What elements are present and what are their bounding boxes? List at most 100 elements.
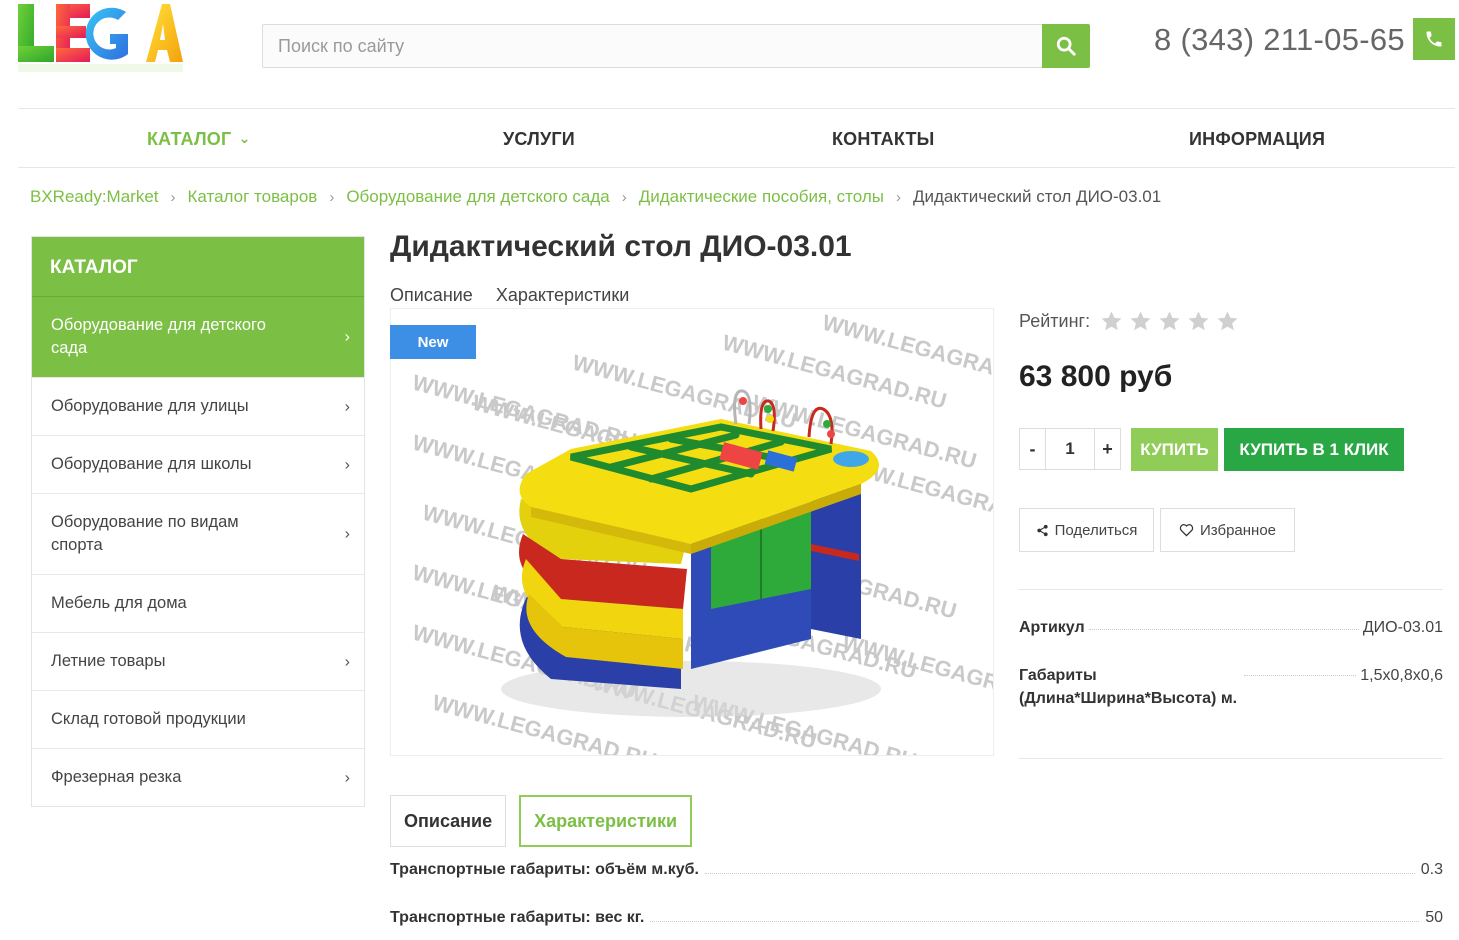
product-photo: WWW.LEGAGRAD.RU WWW.LEGAGRAD.RU WWW.LEGA… — [410, 310, 994, 755]
breadcrumb-link[interactable]: BXReady:Market — [30, 187, 159, 207]
spec-name: Транспортные габариты: объём м.куб. — [390, 861, 699, 878]
product-tabs: Описание Характеристики — [390, 795, 693, 847]
search-button[interactable] — [1042, 24, 1090, 68]
product-price: 63 800 руб — [1019, 360, 1173, 393]
property-dots — [1244, 664, 1357, 676]
phone-icon — [1426, 31, 1442, 47]
star-icon[interactable] — [1187, 310, 1210, 333]
search-input[interactable] — [262, 24, 1042, 68]
sidebar-item-label: Фрезерная резка — [51, 768, 182, 786]
property-value: 1,5х0,8х0,6 — [1356, 664, 1443, 687]
sidebar-item-label: Оборудование для улицы — [51, 397, 249, 415]
star-icon[interactable] — [1158, 310, 1181, 333]
tab-characteristics[interactable]: Характеристики — [519, 795, 693, 847]
anchor-description[interactable]: Описание — [390, 285, 473, 306]
favorite-label: Избранное — [1199, 521, 1277, 539]
rating-label: Рейтинг: — [1019, 311, 1091, 331]
chevron-right-icon: › — [344, 653, 350, 670]
sidebar-item-sports[interactable]: Оборудование по видам спорта › — [32, 493, 364, 574]
phone-call-button[interactable] — [1413, 18, 1455, 60]
spec-dots — [650, 921, 1420, 922]
buy-button[interactable]: КУПИТЬ — [1131, 428, 1218, 471]
spec-row: Транспортные габариты: вес кг. 50 — [390, 909, 1443, 927]
page-title: Дидактический стол ДИО-03.01 — [390, 230, 852, 263]
nav-item-services[interactable]: УСЛУГИ — [503, 129, 575, 150]
nav-item-catalog[interactable]: КАТАЛОГ ⌄ — [147, 129, 251, 150]
sidebar-item-outdoor[interactable]: Оборудование для улицы › — [32, 377, 364, 435]
breadcrumb-separator: › — [170, 188, 176, 206]
share-button[interactable]: Поделиться — [1019, 508, 1154, 552]
breadcrumb-separator: › — [329, 188, 335, 206]
chevron-right-icon: › — [344, 525, 350, 543]
sidebar-item-home-furniture[interactable]: Мебель для дома — [32, 574, 364, 632]
property-row: Артикул ДИО-03.01 — [1019, 616, 1443, 639]
breadcrumb-separator: › — [621, 188, 627, 206]
site-logo[interactable] — [18, 2, 183, 76]
property-row: Габариты (Длина*Ширина*Высота) м. 1,5х0,… — [1019, 664, 1443, 710]
product-image[interactable]: WWW.LEGAGRAD.RU WWW.LEGAGRAD.RU WWW.LEGA… — [390, 308, 994, 756]
sidebar-item-school[interactable]: Оборудование для школы › — [32, 435, 364, 493]
sidebar-item-summer[interactable]: Летние товары › — [32, 632, 364, 690]
chevron-right-icon: › — [344, 398, 350, 415]
star-icon[interactable] — [1129, 310, 1152, 333]
breadcrumb-link[interactable]: Оборудование для детского сада — [346, 187, 609, 207]
nav-item-label: КАТАЛОГ — [147, 129, 232, 149]
quantity-stepper: - 1 + — [1019, 428, 1121, 470]
nav-item-information[interactable]: ИНФОРМАЦИЯ — [1189, 129, 1325, 150]
share-label: Поделиться — [1054, 521, 1138, 539]
table-illustration — [501, 389, 881, 717]
search-bar — [262, 24, 1090, 68]
chevron-right-icon: › — [344, 456, 350, 473]
anchor-characteristics[interactable]: Характеристики — [496, 285, 629, 306]
catalog-sidebar: КАТАЛОГ Оборудование для детского сада ›… — [31, 236, 365, 807]
buy-one-click-button[interactable]: КУПИТЬ В 1 КЛИК — [1224, 428, 1404, 471]
favorite-button[interactable]: Избранное — [1160, 508, 1295, 552]
property-name: Габариты (Длина*Ширина*Высота) м. — [1019, 664, 1244, 710]
breadcrumb-link[interactable]: Дидактические пособия, столы — [639, 187, 884, 207]
sidebar-title: КАТАЛОГ — [32, 237, 364, 297]
sidebar-item-warehouse[interactable]: Склад готовой продукции — [32, 690, 364, 748]
chevron-right-icon: › — [344, 328, 350, 346]
heart-icon — [1179, 524, 1194, 537]
breadcrumb: BXReady:Market › Каталог товаров › Обору… — [30, 187, 1161, 207]
quantity-decrease-button[interactable]: - — [1020, 429, 1045, 469]
spec-value: 50 — [1425, 909, 1443, 926]
property-value: ДИО-03.01 — [1358, 616, 1443, 639]
main-navigation: КАТАЛОГ ⌄ УСЛУГИ КОНТАКТЫ ИНФОРМАЦИЯ — [18, 108, 1455, 168]
sidebar-item-label: Оборудование по видам спорта — [51, 513, 239, 554]
product-properties: Артикул ДИО-03.01 Габариты (Длина*Ширина… — [1019, 589, 1443, 759]
phone-number[interactable]: 8 (343) 211-05-65 — [1154, 22, 1405, 58]
spec-value: 0.3 — [1420, 861, 1443, 878]
quantity-input[interactable]: 1 — [1045, 429, 1095, 469]
breadcrumb-link[interactable]: Каталог товаров — [188, 187, 318, 207]
sidebar-item-milling[interactable]: Фрезерная резка › — [32, 748, 364, 806]
chevron-right-icon: › — [344, 769, 350, 786]
nav-item-contacts[interactable]: КОНТАКТЫ — [832, 129, 935, 150]
spec-row: Транспортные габариты: объём м.куб. 0.3 — [390, 861, 1443, 879]
sidebar-item-label: Мебель для дома — [51, 594, 187, 612]
sidebar-item-label: Оборудование для детского сада — [51, 316, 266, 357]
watermark-text: WWW.LEGAGRAD.RU — [840, 630, 994, 714]
share-icon — [1036, 524, 1048, 536]
star-icon[interactable] — [1216, 310, 1239, 333]
product-anchor-links: Описание Характеристики — [390, 285, 629, 306]
tab-description[interactable]: Описание — [390, 795, 507, 847]
breadcrumb-separator: › — [895, 188, 901, 206]
rating-stars[interactable] — [1100, 310, 1239, 333]
sidebar-item-label: Оборудование для школы — [51, 455, 252, 473]
search-icon — [1056, 36, 1076, 56]
property-name: Артикул — [1019, 616, 1089, 639]
chevron-down-icon: ⌄ — [238, 130, 251, 146]
spec-name: Транспортные габариты: вес кг. — [390, 909, 645, 926]
spec-dots — [704, 873, 1415, 874]
sidebar-item-kindergarten[interactable]: Оборудование для детского сада › — [32, 297, 364, 377]
new-badge: New — [390, 325, 476, 359]
product-rating: Рейтинг: — [1019, 310, 1239, 333]
property-dots — [1088, 616, 1359, 630]
sidebar-item-label: Летние товары — [51, 652, 166, 670]
logo-graphic — [18, 4, 183, 72]
breadcrumb-current: Дидактический стол ДИО-03.01 — [912, 187, 1162, 206]
sidebar-item-label: Склад готовой продукции — [51, 710, 246, 728]
star-icon[interactable] — [1100, 310, 1123, 333]
quantity-increase-button[interactable]: + — [1095, 429, 1120, 469]
